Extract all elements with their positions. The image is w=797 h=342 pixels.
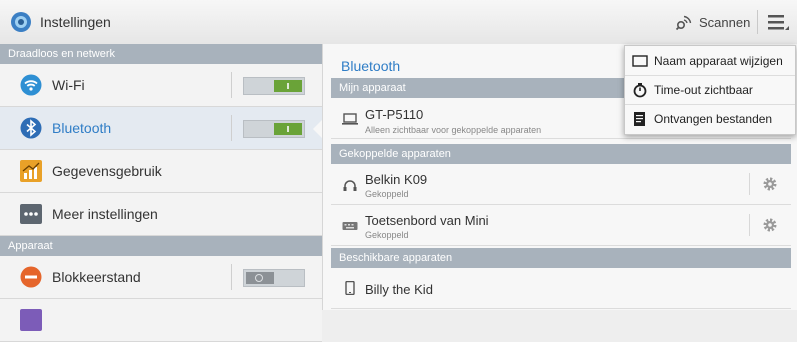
paired-device-item[interactable]: Toetsenbord van Mini Gekoppeld	[331, 205, 791, 246]
divider	[231, 115, 232, 141]
menu-item-label: Ontvangen bestanden	[654, 112, 773, 126]
settings-item-wifi[interactable]: Wi-Fi	[0, 64, 322, 107]
menu-item-visibility-timeout[interactable]: Time-out zichtbaar	[625, 75, 795, 105]
settings-item-label: Meer instellingen	[52, 206, 158, 222]
rename-icon	[632, 55, 648, 67]
overflow-menu: Naam apparaat wijzigen Time-out zichtbaa…	[624, 45, 796, 135]
settings-item-label: Blokkeerstand	[52, 269, 141, 285]
panel-title: Bluetooth	[341, 58, 401, 74]
divider	[749, 173, 750, 195]
headset-icon	[343, 180, 357, 191]
menu-item-label: Time-out zichtbaar	[654, 83, 753, 97]
timer-icon	[633, 83, 647, 98]
scan-icon	[675, 15, 692, 31]
data-usage-icon	[20, 160, 42, 182]
settings-app-icon[interactable]	[10, 11, 32, 33]
device-name: Toetsenbord van Mini	[365, 213, 489, 228]
device-status: Gekoppeld	[365, 230, 409, 240]
selection-pointer	[313, 120, 322, 138]
wifi-icon	[20, 74, 42, 96]
settings-item-bluetooth[interactable]: Bluetooth	[0, 107, 322, 150]
settings-item-more-settings[interactable]: Meer instellingen	[0, 193, 322, 236]
section-header-paired: Gekoppelde apparaten	[331, 144, 791, 164]
divider	[231, 72, 232, 98]
blocking-mode-toggle[interactable]	[243, 269, 305, 287]
divider	[749, 214, 750, 236]
settings-list: Draadloos en netwerk Wi-Fi Bluetooth Geg…	[0, 44, 322, 342]
tablet-icon	[342, 113, 358, 125]
scan-label: Scannen	[699, 14, 751, 30]
menu-item-rename-device[interactable]: Naam apparaat wijzigen	[625, 46, 795, 76]
phone-icon	[345, 281, 355, 295]
settings-item-label: Wi-Fi	[52, 77, 85, 93]
overflow-menu-icon[interactable]	[765, 10, 791, 34]
settings-item-label: Gegevensgebruik	[52, 163, 162, 179]
toggle-off-thumb	[246, 272, 274, 284]
action-bar: Instellingen Scannen	[0, 0, 797, 45]
blocking-mode-icon	[20, 266, 42, 288]
device-name: GT-P5110	[365, 107, 424, 122]
device-name: Billy the Kid	[365, 282, 433, 297]
settings-item-label: Bluetooth	[52, 120, 112, 136]
bluetooth-icon	[20, 117, 42, 139]
device-name: Belkin K09	[365, 172, 428, 187]
menu-item-label: Naam apparaat wijzigen	[654, 54, 783, 68]
gear-icon[interactable]	[762, 176, 778, 192]
device-status: Gekoppeld	[365, 189, 409, 199]
menu-item-received-files[interactable]: Ontvangen bestanden	[625, 104, 795, 133]
more-icon	[20, 204, 42, 224]
toggle-on-thumb	[274, 123, 302, 135]
paired-device-item[interactable]: Belkin K09 Gekoppeld	[331, 164, 791, 205]
divider	[757, 10, 758, 34]
settings-item-icon	[20, 309, 42, 331]
page-title: Instellingen	[40, 14, 111, 30]
available-device-item[interactable]: Billy the Kid	[331, 268, 791, 309]
section-header-device: Apparaat	[0, 236, 322, 256]
keyboard-icon	[342, 222, 358, 230]
received-files-icon	[634, 112, 645, 126]
settings-item-partial[interactable]	[0, 299, 322, 342]
section-header-wireless: Draadloos en netwerk	[0, 44, 322, 64]
scan-button[interactable]: Scannen	[675, 8, 750, 36]
device-status: Alleen zichtbaar voor gekoppelde apparat…	[365, 125, 542, 135]
settings-item-data-usage[interactable]: Gegevensgebruik	[0, 150, 322, 193]
bluetooth-toggle[interactable]	[243, 120, 305, 138]
section-header-available: Beschikbare apparaten	[331, 248, 791, 268]
toggle-on-thumb	[274, 80, 302, 92]
divider	[231, 264, 232, 290]
gear-icon[interactable]	[762, 217, 778, 233]
wifi-toggle[interactable]	[243, 77, 305, 95]
settings-item-blocking-mode[interactable]: Blokkeerstand	[0, 256, 322, 299]
